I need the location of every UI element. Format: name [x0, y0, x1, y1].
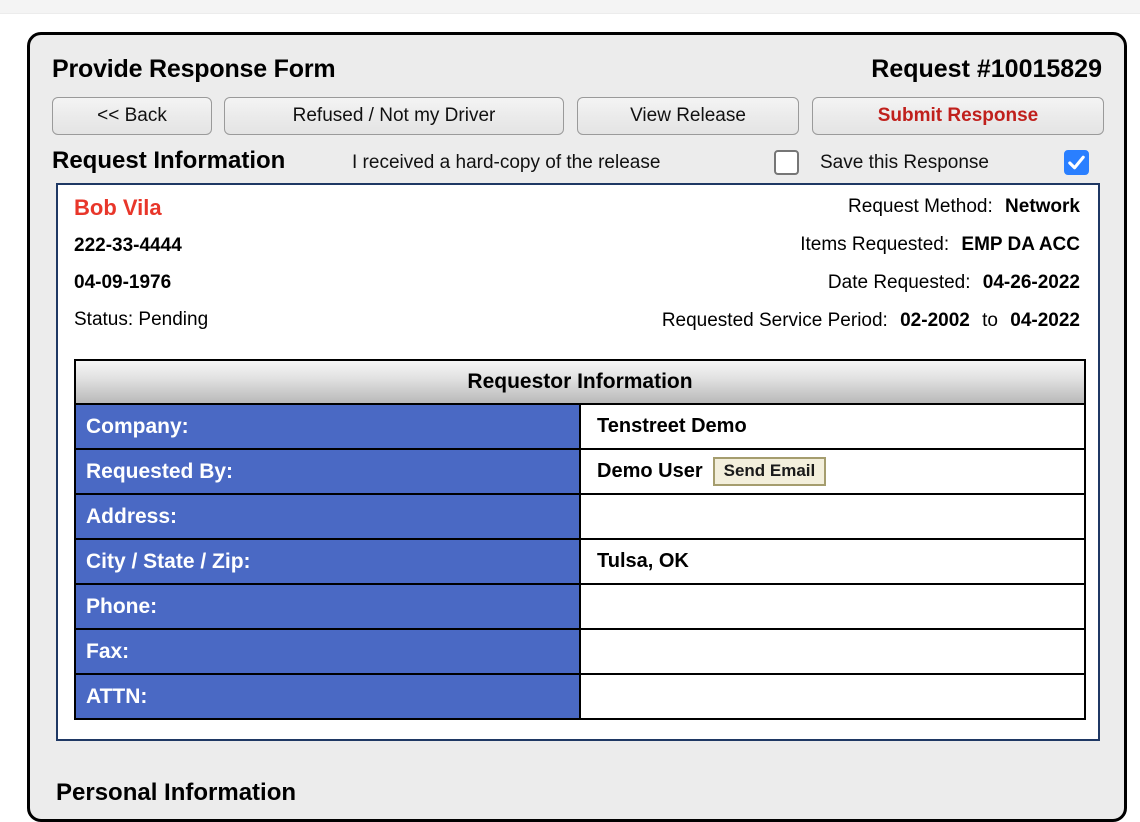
driver-status: Status: Pending: [74, 309, 209, 330]
personal-information-heading: Personal Information: [56, 779, 297, 806]
back-button[interactable]: << Back: [52, 97, 212, 135]
header: Provide Response Form Request #10015829: [52, 55, 1102, 93]
request-number: Request #10015829: [871, 55, 1102, 83]
request-method-label: Request Method:: [848, 196, 993, 217]
table-row: ATTN:: [74, 673, 1086, 720]
service-period-label: Requested Service Period:: [661, 310, 888, 331]
row-value: Demo User Send Email: [579, 448, 1086, 495]
row-value: Tenstreet Demo: [579, 403, 1086, 450]
request-meta: Request Method: Network Items Requested:…: [460, 197, 1080, 330]
app-content: Provide Response Form Request #10015829 …: [30, 35, 1124, 819]
driver-summary: Bob Vila 222-33-4444 04-09-1976 Status: …: [74, 195, 209, 330]
view-release-button[interactable]: View Release: [577, 97, 799, 135]
requestor-information-table: Requestor Information Company: Tenstreet …: [74, 359, 1086, 720]
driver-name: Bob Vila: [74, 195, 162, 220]
row-label: Fax:: [74, 628, 581, 675]
request-method-row: Request Method: Network: [460, 197, 1080, 216]
row-label: ATTN:: [74, 673, 581, 720]
check-icon: [1068, 155, 1085, 170]
row-value: Tulsa, OK: [579, 538, 1086, 585]
table-row: Requested By: Demo User Send Email: [74, 448, 1086, 495]
page-title: Provide Response Form: [52, 55, 336, 83]
top-chrome-strip: [0, 0, 1140, 14]
app-window-frame: Provide Response Form Request #10015829 …: [27, 32, 1127, 822]
service-period-from: 02-2002: [900, 310, 970, 331]
submit-response-button[interactable]: Submit Response: [812, 97, 1104, 135]
row-label: Phone:: [74, 583, 581, 630]
table-row: City / State / Zip: Tulsa, OK: [74, 538, 1086, 585]
row-value: [579, 673, 1086, 720]
send-email-button[interactable]: Send Email: [712, 456, 827, 487]
top-white-gap: [0, 15, 1140, 32]
table-header-row: Requestor Information: [74, 359, 1086, 405]
row-value: [579, 583, 1086, 630]
driver-ssn: 222-33-4444: [74, 235, 182, 256]
requestor-table-body: Company: Tenstreet Demo Requested By: Demo …: [74, 403, 1086, 720]
hardcopy-checkbox[interactable]: [774, 150, 799, 175]
table-row: Fax:: [74, 628, 1086, 675]
save-response-checkbox[interactable]: [1064, 150, 1089, 175]
save-response-checkbox-label: Save this Response: [820, 152, 989, 173]
row-value-text: Demo User: [597, 459, 703, 482]
request-summary: Bob Vila 222-33-4444 04-09-1976 Status: …: [58, 185, 1098, 355]
service-period-to: 04-2022: [1010, 310, 1080, 331]
hardcopy-checkbox-label: I received a hard-copy of the release: [352, 152, 661, 173]
section-title: Request Information: [52, 147, 286, 174]
items-requested-label: Items Requested:: [800, 234, 950, 255]
table-row: Company: Tenstreet Demo: [74, 403, 1086, 450]
date-requested-row: Date Requested: 04-26-2022: [460, 273, 1080, 292]
date-requested-label: Date Requested:: [827, 272, 971, 293]
row-value: [579, 493, 1086, 540]
request-method-value: Network: [1005, 196, 1080, 217]
request-information-section-header: Request Information I received a hard-co…: [52, 147, 1104, 183]
service-period-joiner: to: [982, 310, 998, 331]
row-value: [579, 628, 1086, 675]
request-information-panel: Bob Vila 222-33-4444 04-09-1976 Status: …: [56, 183, 1100, 741]
date-requested-value: 04-26-2022: [982, 272, 1080, 293]
row-label: Requested By:: [74, 448, 581, 495]
toolbar: << Back Refused / Not my Driver View Rel…: [52, 97, 1104, 137]
row-label: Company:: [74, 403, 581, 450]
table-row: Phone:: [74, 583, 1086, 630]
row-label: Address:: [74, 493, 581, 540]
service-period-row: Requested Service Period: 02-2002 to 04-…: [460, 311, 1080, 330]
items-requested-value: EMP DA ACC: [961, 234, 1080, 255]
driver-dob: 04-09-1976: [74, 272, 172, 293]
requestor-table-title: Requestor Information: [74, 359, 1086, 405]
row-label: City / State / Zip:: [74, 538, 581, 585]
table-row: Address:: [74, 493, 1086, 540]
items-requested-row: Items Requested: EMP DA ACC: [460, 235, 1080, 254]
refused-not-my-driver-button[interactable]: Refused / Not my Driver: [224, 97, 564, 135]
